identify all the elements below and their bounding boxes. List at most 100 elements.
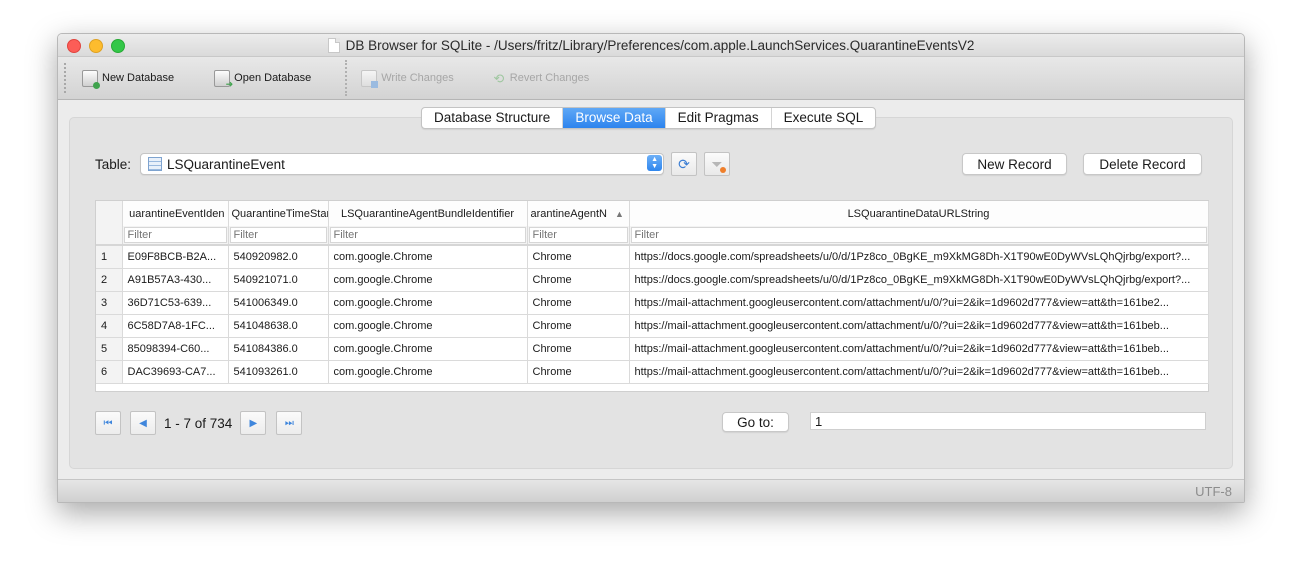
page-range-label: 1 - 7 of 734 <box>164 415 233 431</box>
cell-agent-name[interactable]: Chrome <box>527 337 630 361</box>
delete-record-button[interactable]: Delete Record <box>1083 153 1202 175</box>
column-header-timestamp[interactable]: QuarantineTimeStar <box>228 201 329 226</box>
write-changes-label: Write Changes <box>381 72 454 84</box>
cell-data-url-string[interactable]: https://docs.google.com/spreadsheets/u/0… <box>629 245 1209 269</box>
cell-data-url-string[interactable]: https://docs.google.com/spreadsheets/u/0… <box>629 268 1209 292</box>
cell-agent-bundle-identifier[interactable]: com.google.Chrome <box>328 245 528 269</box>
previous-page-button[interactable]: ◀ <box>130 411 156 435</box>
column-header-data-url-string[interactable]: LSQuarantineDataURLString <box>629 201 1209 226</box>
cell-timestamp[interactable]: 541048638.0 <box>228 314 329 338</box>
cell-agent-bundle-identifier[interactable]: com.google.Chrome <box>328 314 528 338</box>
window-title-text: DB Browser for SQLite - /Users/fritz/Lib… <box>345 37 975 53</box>
column-header-agent-name-label: arantineAgentN <box>530 207 607 220</box>
status-bar: UTF-8 <box>58 479 1244 502</box>
table-row[interactable]: 1 E09F8BCB-B2A... 540920982.0 com.google… <box>96 245 1209 269</box>
column-header-event-identifier[interactable]: uarantineEventIden <box>122 201 229 226</box>
tab-bar: Database Structure Browse Data Edit Prag… <box>421 107 877 129</box>
column-header-agent-bundle-identifier[interactable]: LSQuarantineAgentBundleIdentifier <box>328 201 528 226</box>
close-window-button[interactable] <box>67 39 81 53</box>
row-number[interactable]: 5 <box>96 337 123 361</box>
cell-agent-bundle-identifier[interactable]: com.google.Chrome <box>328 268 528 292</box>
cell-event-identifier[interactable]: 85098394-C60... <box>122 337 229 361</box>
cell-data-url-string[interactable]: https://mail-attachment.googleuserconten… <box>629 314 1209 338</box>
new-database-label: New Database <box>102 72 175 84</box>
write-changes-icon <box>361 69 379 88</box>
revert-changes-label: Revert Changes <box>509 72 590 84</box>
cell-timestamp[interactable]: 540920982.0 <box>228 245 329 269</box>
zoom-window-button[interactable] <box>111 39 125 53</box>
next-page-icon: ▶ <box>249 417 258 429</box>
cell-data-url-string[interactable]: https://mail-attachment.googleuserconten… <box>629 291 1209 315</box>
cell-event-identifier[interactable]: DAC39693-CA7... <box>122 360 229 384</box>
filter-corner <box>96 226 123 246</box>
filter-input-data-url-string[interactable] <box>630 227 1207 243</box>
cell-event-identifier[interactable]: E09F8BCB-B2A... <box>122 245 229 269</box>
table-row[interactable]: 5 85098394-C60... 541084386.0 com.google… <box>96 337 1209 361</box>
cell-timestamp[interactable]: 541084386.0 <box>228 337 329 361</box>
tab-execute-sql[interactable]: Execute SQL <box>772 108 876 128</box>
toolbar-grip[interactable] <box>64 63 70 93</box>
goto-button[interactable]: Go to: <box>722 412 789 432</box>
cell-agent-name[interactable]: Chrome <box>527 245 630 269</box>
filter-input-agent-name[interactable] <box>528 227 628 243</box>
browse-data-panel: Table: LSQuarantineEvent ▲ ▼ ⟳ ⏷ New Reco… <box>69 117 1233 469</box>
table-row[interactable]: 4 6C58D7A8-1FC... 541048638.0 com.google… <box>96 314 1209 338</box>
clear-filter-icon: ⏷ <box>711 155 726 173</box>
refresh-button[interactable]: ⟳ <box>671 152 698 176</box>
filter-input-event-identifier[interactable] <box>123 227 227 243</box>
cell-agent-name[interactable]: Chrome <box>527 268 630 292</box>
tab-edit-pragmas[interactable]: Edit Pragmas <box>666 108 772 128</box>
open-database-label: Open Database <box>234 72 312 84</box>
cell-timestamp[interactable]: 540921071.0 <box>228 268 329 292</box>
cell-data-url-string[interactable]: https://mail-attachment.googleuserconten… <box>629 360 1209 384</box>
cell-agent-name[interactable]: Chrome <box>527 291 630 315</box>
cell-timestamp[interactable]: 541006349.0 <box>228 291 329 315</box>
title-bar: DB Browser for SQLite - /Users/fritz/Lib… <box>58 34 1244 57</box>
cell-agent-name[interactable]: Chrome <box>527 360 630 384</box>
new-record-button[interactable]: New Record <box>962 153 1067 175</box>
cell-data-url-string[interactable]: https://mail-attachment.googleuserconten… <box>629 337 1209 361</box>
column-header-agent-name[interactable]: arantineAgentN ▲ <box>527 201 630 226</box>
cell-agent-bundle-identifier[interactable]: com.google.Chrome <box>328 291 528 315</box>
write-changes-button[interactable]: Write Changes <box>355 69 460 88</box>
corner-header[interactable] <box>96 201 123 226</box>
revert-changes-button[interactable]: ⟲ Revert Changes <box>486 71 596 86</box>
table-label: Table: <box>95 156 132 172</box>
table-selector-row: Table: LSQuarantineEvent ▲ ▼ ⟳ ⏷ <box>95 152 731 176</box>
row-number[interactable]: 6 <box>96 360 123 384</box>
cell-agent-bundle-identifier[interactable]: com.google.Chrome <box>328 360 528 384</box>
tab-browse-data[interactable]: Browse Data <box>563 108 666 128</box>
last-page-button[interactable]: ⏭ <box>276 411 303 435</box>
cell-timestamp[interactable]: 541093261.0 <box>228 360 329 384</box>
sort-ascending-icon: ▲ <box>614 208 624 219</box>
cell-agent-bundle-identifier[interactable]: com.google.Chrome <box>328 337 528 361</box>
clear-filters-button[interactable]: ⏷ <box>704 152 731 176</box>
row-number[interactable]: 1 <box>96 245 123 269</box>
cell-agent-name[interactable]: Chrome <box>527 314 630 338</box>
new-database-button[interactable]: New Database <box>76 69 180 89</box>
open-database-button[interactable]: Open Database <box>208 69 317 90</box>
table-row[interactable]: 6 DAC39693-CA7... 541093261.0 com.google… <box>96 360 1209 384</box>
window-controls <box>67 39 125 53</box>
open-database-icon <box>214 69 233 90</box>
filter-input-agent-bundle-identifier[interactable] <box>329 227 526 243</box>
filter-input-timestamp[interactable] <box>229 227 327 243</box>
refresh-icon: ⟳ <box>678 155 690 172</box>
table-select[interactable]: LSQuarantineEvent ▲ ▼ <box>140 153 665 175</box>
cell-event-identifier[interactable]: A91B57A3-430... <box>122 268 229 292</box>
next-page-button[interactable]: ▶ <box>240 411 267 435</box>
chevron-updown-icon[interactable]: ▲ ▼ <box>647 155 663 171</box>
row-number[interactable]: 3 <box>96 291 123 315</box>
cell-event-identifier[interactable]: 6C58D7A8-1FC... <box>122 314 229 338</box>
goto-input[interactable]: 1 <box>810 412 1206 430</box>
tab-database-structure[interactable]: Database Structure <box>422 108 564 128</box>
row-number[interactable]: 2 <box>96 268 123 292</box>
table-row[interactable]: 3 36D71C53-639... 541006349.0 com.google… <box>96 291 1209 315</box>
cell-event-identifier[interactable]: 36D71C53-639... <box>122 291 229 315</box>
row-number[interactable]: 4 <box>96 314 123 338</box>
first-page-button[interactable]: ⏮ <box>95 411 121 435</box>
table-row[interactable]: 2 A91B57A3-430... 540921071.0 com.google… <box>96 268 1209 292</box>
document-icon <box>327 37 340 53</box>
previous-page-icon: ◀ <box>139 417 147 429</box>
minimize-window-button[interactable] <box>89 39 103 53</box>
